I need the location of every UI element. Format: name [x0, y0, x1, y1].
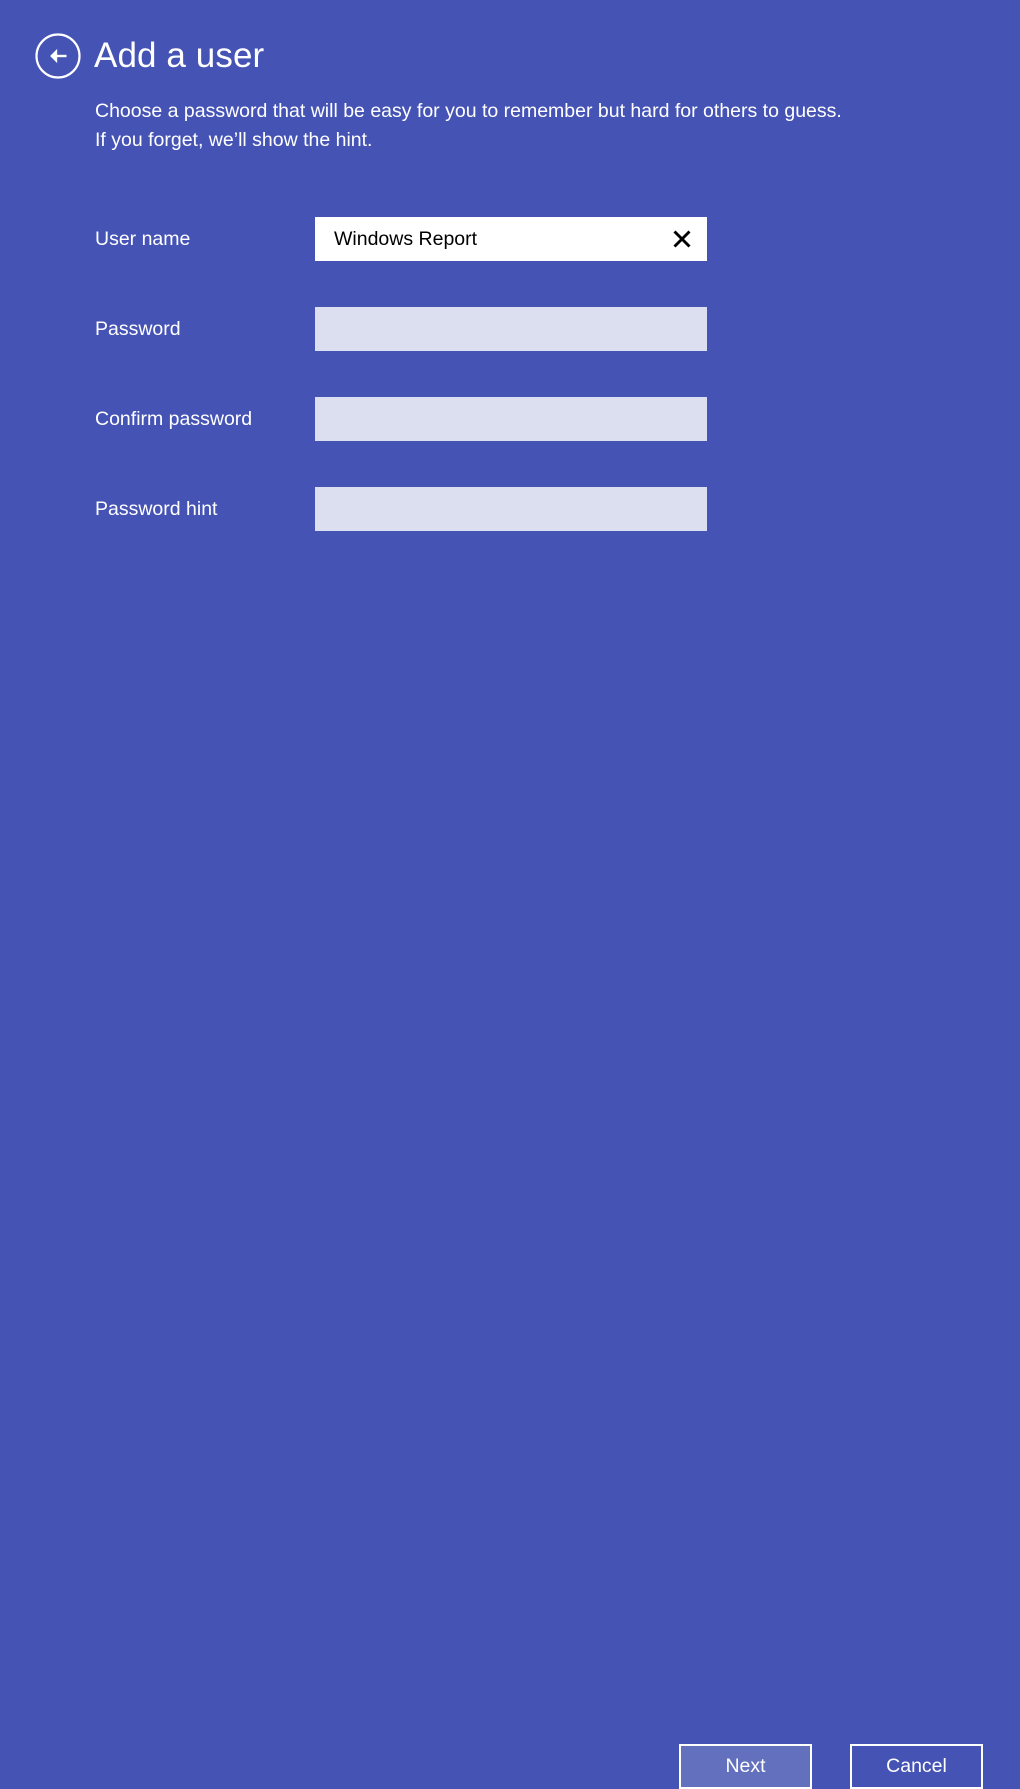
field-row-username: User name [0, 217, 1020, 261]
cancel-button[interactable]: Cancel [850, 1744, 983, 1789]
page-title: Add a user [94, 36, 265, 75]
footer-actions: Next Cancel [0, 858, 1020, 1789]
field-row-password: Password [0, 307, 1020, 351]
label-username: User name [95, 227, 191, 250]
field-row-confirm-password: Confirm password [0, 397, 1020, 441]
back-arrow-circle-icon [35, 33, 81, 79]
password-input[interactable] [315, 307, 707, 351]
label-password-hint: Password hint [95, 497, 218, 520]
intro-line-1: Choose a password that will be easy for … [95, 100, 842, 122]
intro-description: Choose a password that will be easy for … [95, 97, 975, 155]
password-hint-field-box[interactable] [315, 487, 707, 531]
intro-line-2: If you forget, we’ll show the hint. [95, 129, 373, 151]
label-confirm-password: Confirm password [95, 407, 253, 430]
label-password: Password [95, 317, 181, 340]
field-row-password-hint: Password hint [0, 487, 1020, 531]
username-field-box[interactable] [315, 217, 707, 261]
clear-username-icon[interactable] [659, 219, 705, 259]
back-button[interactable] [34, 32, 82, 80]
page-header: Add a user [0, 0, 1020, 96]
close-x-icon [673, 230, 691, 248]
username-input[interactable] [317, 219, 659, 259]
password-hint-input[interactable] [315, 487, 707, 531]
confirm-password-input[interactable] [315, 397, 707, 441]
password-field-box[interactable] [315, 307, 707, 351]
next-button[interactable]: Next [679, 1744, 812, 1789]
confirm-password-field-box[interactable] [315, 397, 707, 441]
